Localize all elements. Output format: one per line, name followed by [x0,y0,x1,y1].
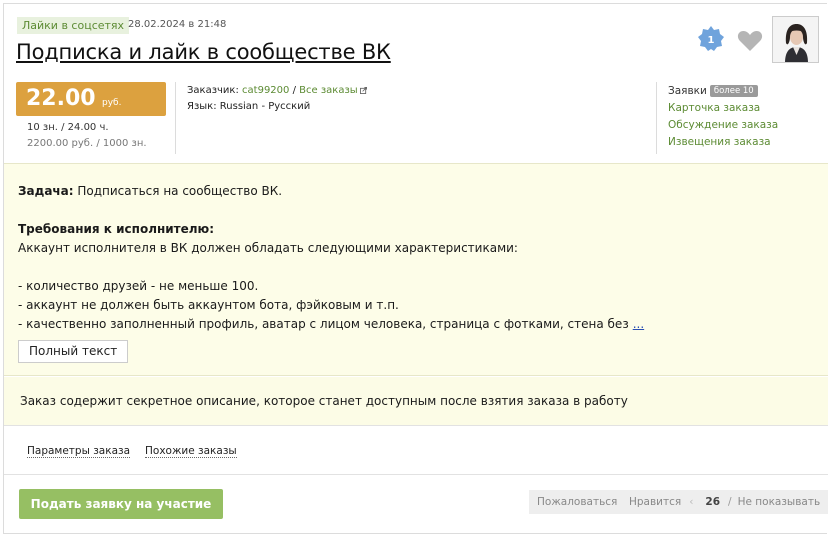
rating-badge-icon: 1 [698,26,724,52]
category-badge[interactable]: Лайки в соцсетях [17,17,130,34]
requirements-intro: Аккаунт исполнителя в ВК должен обладать… [18,241,518,255]
price-unit: руб. [102,98,122,108]
order-side-links: Заявки более 10 Карточка заказа Обсуждени… [668,83,778,151]
order-card: Лайки в соцсетях 28.02.2024 в 21:48 Подп… [3,3,828,534]
task-label: Задача: [18,184,74,198]
language-value: Russian - Русский [219,101,311,112]
divider [175,82,176,154]
price-box: 22.00 руб. [16,82,166,116]
applications-count-badge: более 10 [709,85,758,97]
price-total: 2200.00 руб. / 1000 зн. [27,138,147,149]
language-label: Язык: [187,101,217,112]
order-title[interactable]: Подписка и лайк в сообществе ВК [16,40,391,64]
price-value: 22.00 [26,86,96,111]
secret-notice-text: Заказ содержит секретное описание, котор… [20,394,628,408]
divider [656,82,657,154]
task-text: Подписаться на сообщество ВК. [73,184,283,198]
more-link[interactable]: ... [633,317,644,331]
requirements-label: Требования к исполнителю: [18,222,215,236]
requirement-item: - количество друзей - не меньше 100. [18,279,259,293]
order-notifications-link[interactable]: Извещения заказа [668,134,778,151]
external-link-icon[interactable] [359,86,367,94]
like-group: Нравится ‹ 26/Не показывать [621,490,828,514]
full-text-button[interactable]: Полный текст [18,340,129,363]
order-discussion-link[interactable]: Обсуждение заказа [668,117,778,134]
like-button[interactable]: Нравится [621,490,689,514]
all-orders-link[interactable]: Все заказы [299,85,358,96]
meta-separator: / [292,85,296,96]
complain-button[interactable]: Пожаловаться [529,490,626,514]
hide-button[interactable]: Не показывать [732,490,828,514]
customer-label: Заказчик: [187,85,239,96]
apply-button[interactable]: Подать заявку на участие [19,489,223,519]
tab-order-params[interactable]: Параметры заказа [27,445,131,458]
secret-notice: Заказ содержит секретное описание, котор… [4,377,828,426]
favorite-heart-icon[interactable] [737,29,763,53]
like-count: 26 [705,496,721,508]
tab-similar-orders[interactable]: Похожие заказы [145,445,237,458]
task-description: Задача: Подписаться на сообщество ВК. Тр… [4,163,828,376]
rating-badge-number: 1 [708,35,715,46]
order-card-link[interactable]: Карточка заказа [668,100,778,117]
price-per-chars: 10 зн. / 24.00 ч. [27,122,109,133]
requirement-item: - аккаунт не должен быть аккаунтом бота,… [18,298,399,312]
applications-label: Заявки [668,85,707,97]
order-meta: Заказчик: cat99200 / Все заказы Язык: Ru… [187,83,367,115]
customer-link[interactable]: cat99200 [242,85,289,96]
requirement-item: - качественно заполненный профиль, авата… [18,317,629,331]
order-date: 28.02.2024 в 21:48 [128,19,227,30]
customer-avatar[interactable] [772,16,819,63]
order-tabs: Параметры заказа Похожие заказы [4,427,828,475]
